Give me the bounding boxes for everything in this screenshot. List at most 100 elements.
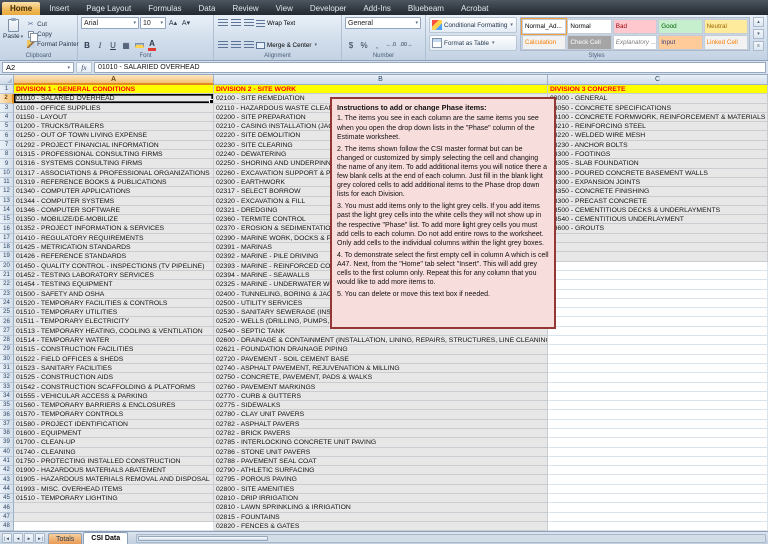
font-size-select[interactable]: 10▾ [140,17,166,29]
cell-A44[interactable]: 01993 - MISC. OVERHEAD ITEMS [14,485,214,494]
cell-C1[interactable]: DIVISION 3 CONCRETE [548,85,768,94]
cell-A22[interactable]: 01454 - TESTING EQUIPMENT [14,280,214,289]
cell-B42[interactable]: 02790 - ATHLETIC SURFACING [214,466,548,475]
cell-A16[interactable]: 01352 - PROJECT INFORMATION & SERVICES [14,224,214,233]
format-as-table-button[interactable]: Format as Table▾ [429,35,517,51]
cell-C41[interactable] [548,457,768,466]
cell-A42[interactable]: 01900 - HAZARDOUS MATERIALS ABATEMENT [14,466,214,475]
cell-B32[interactable]: 02750 - CONCRETE, PAVEMENT, PADS & WALKS [214,373,548,382]
cell-C6[interactable]: 03220 - WELDED WIRE MESH [548,131,768,140]
row-header-34[interactable]: 34 [0,392,14,401]
row-header-6[interactable]: 6 [0,131,14,140]
sheet-nav-prev-button[interactable]: ◄ [13,533,23,543]
tab-data[interactable]: Data [191,2,224,15]
cell-A2[interactable]: 01010 - SALARIED OVERHEAD [14,94,214,103]
cell-C26[interactable] [548,317,768,326]
cell-style-normal[interactable]: Normal [567,19,611,34]
fill-color-button[interactable] [133,39,145,51]
cell-B45[interactable]: 02810 - DRIP IRRIGATION [214,494,548,503]
row-header-19[interactable]: 19 [0,252,14,261]
cell-A19[interactable]: 01426 - REFERENCE STANDARDS [14,252,214,261]
cell-style-explanatory[interactable]: Explanatory ... [613,35,657,50]
align-left-button[interactable] [217,39,229,51]
sheet-nav-first-button[interactable]: |◄ [2,533,12,543]
cell-style-linked-cell[interactable]: Linked Cell [704,35,748,50]
row-header-21[interactable]: 21 [0,271,14,280]
row-header-11[interactable]: 11 [0,178,14,187]
row-header-38[interactable]: 38 [0,429,14,438]
cell-C38[interactable] [548,429,768,438]
cell-C33[interactable] [548,383,768,392]
cell-C5[interactable]: 03210 - REINFORCING STEEL [548,122,768,131]
cell-C19[interactable] [548,252,768,261]
tab-review[interactable]: Review [224,2,266,15]
cell-A3[interactable]: 01100 - OFFICE SUPPLIES [14,104,214,113]
tab-page-layout[interactable]: Page Layout [78,2,139,15]
row-header-48[interactable]: 48 [0,522,14,531]
borders-button[interactable]: ▦ [120,39,132,51]
row-header-10[interactable]: 10 [0,169,14,178]
horizontal-scrollbar[interactable] [136,534,766,543]
cell-C14[interactable]: 03500 - CEMENTITIOUS DECKS & UNDERLAYMEN… [548,206,768,215]
sheet-nav-last-button[interactable]: ►| [35,533,45,543]
cell-A31[interactable]: 01523 - SANITARY FACILITIES [14,364,214,373]
cell-C23[interactable] [548,290,768,299]
row-header-2[interactable]: 2 [0,94,14,103]
wrap-text-button[interactable]: Wrap Text [256,18,295,28]
row-header-13[interactable]: 13 [0,197,14,206]
cell-C24[interactable] [548,299,768,308]
cell-C22[interactable] [548,280,768,289]
row-header-18[interactable]: 18 [0,243,14,252]
row-header-45[interactable]: 45 [0,494,14,503]
cell-A11[interactable]: 01319 - REFERENCE BOOKS & PUBLICATIONS [14,178,214,187]
bold-button[interactable]: B [81,39,93,51]
cell-A9[interactable]: 01316 - SYSTEMS CONSULTING FIRMS [14,159,214,168]
cell-A25[interactable]: 01510 - TEMPORARY UTILITIES [14,308,214,317]
cell-A24[interactable]: 01520 - TEMPORARY FACILITIES & CONTROLS [14,299,214,308]
cell-style-normal-ad[interactable]: Normal_Ad... [522,19,566,34]
cell-A4[interactable]: 01150 - LAYOUT [14,113,214,122]
sheet-tab-csi-data[interactable]: CSI Data [83,532,128,544]
accounting-format-button[interactable]: $ [345,39,357,51]
cell-A37[interactable]: 01580 - PROJECT IDENTIFICATION [14,420,214,429]
row-header-14[interactable]: 14 [0,206,14,215]
cell-A45[interactable]: 01510 - TEMPORARY LIGHTING [14,494,214,503]
cell-B48[interactable]: 02820 - FENCES & GATES [214,522,548,531]
row-header-33[interactable]: 33 [0,383,14,392]
tab-formulas[interactable]: Formulas [140,2,189,15]
horizontal-scrollbar-thumb[interactable] [138,536,268,541]
cell-style-check-cell[interactable]: Check Cell [567,35,611,50]
cell-B33[interactable]: 02760 - PAVEMENT MARKINGS [214,383,548,392]
align-top-button[interactable] [217,17,229,29]
select-all-corner[interactable] [0,75,14,85]
cell-C45[interactable] [548,494,768,503]
tab-home[interactable]: Home [2,2,40,15]
cell-C16[interactable]: 03600 - GROUTS [548,224,768,233]
gallery-down-button[interactable]: ▾ [753,29,764,39]
cell-C17[interactable] [548,234,768,243]
row-header-1[interactable]: 1 [0,85,14,94]
cell-C9[interactable]: 03305 - SLAB FOUNDATION [548,159,768,168]
cell-C18[interactable] [548,243,768,252]
cell-A36[interactable]: 01570 - TEMPORARY CONTROLS [14,410,214,419]
cell-A40[interactable]: 01740 - CLEANING [14,448,214,457]
cell-style-calculation[interactable]: Calculation [522,35,566,50]
row-header-27[interactable]: 27 [0,327,14,336]
font-name-select[interactable]: Arial▾ [81,17,139,29]
cell-B47[interactable]: 02815 - FOUNTAINS [214,513,548,522]
row-header-29[interactable]: 29 [0,345,14,354]
cell-A8[interactable]: 01315 - PROFESSIONAL CONSULTING FIRMS [14,150,214,159]
cell-C2[interactable]: 03000 - GENERAL [548,94,768,103]
cell-A43[interactable]: 01905 - HAZARDOUS MATERIALS REMOVAL AND … [14,475,214,484]
tab-view[interactable]: View [268,2,301,15]
row-header-15[interactable]: 15 [0,215,14,224]
instructions-textbox[interactable]: Instructions to add or change Phase item… [330,97,556,329]
row-header-36[interactable]: 36 [0,410,14,419]
cell-A21[interactable]: 01452 - TESTING LABORATORY SERVICES [14,271,214,280]
align-bottom-button[interactable] [243,17,255,29]
name-box[interactable]: A2▾ [2,62,74,73]
cell-B41[interactable]: 02788 - PAVEMENT SEAL COAT [214,457,548,466]
tab-developer[interactable]: Developer [302,2,354,15]
column-header-C[interactable]: C [548,75,768,85]
row-header-35[interactable]: 35 [0,401,14,410]
